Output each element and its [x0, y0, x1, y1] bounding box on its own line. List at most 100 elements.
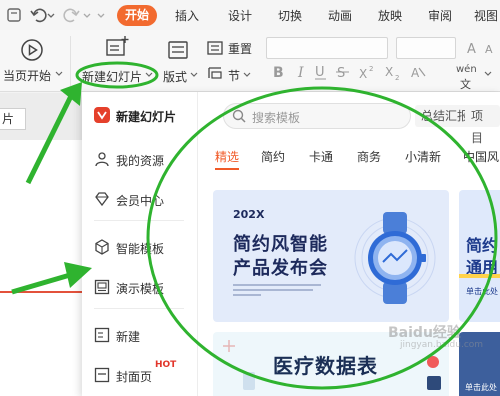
decrease-font-icon[interactable]: A: [484, 40, 500, 56]
svg-text:2: 2: [369, 65, 373, 73]
superscript-icon[interactable]: X2: [358, 64, 376, 80]
category-business[interactable]: 商务: [357, 148, 381, 165]
search-icon: [232, 109, 246, 126]
slide-thumbnail[interactable]: 片: [0, 108, 26, 130]
phonetic-chevron-icon[interactable]: [484, 70, 492, 78]
reset-icon[interactable]: [206, 40, 224, 56]
phonetic-guide-icon[interactable]: 文: [460, 76, 478, 90]
new-slide-panel: 新建幻灯片 我的资源 会员中心 智能模板 演示模板 新建 封面页 HOT 搜索模…: [82, 92, 500, 396]
sidebar-item-label: 封面页: [116, 370, 153, 384]
section-icon[interactable]: [206, 65, 224, 81]
undo-dropdown-icon[interactable]: [46, 5, 56, 25]
category-cartoon[interactable]: 卡通: [309, 148, 333, 165]
font-family-select[interactable]: [266, 37, 388, 59]
italic-icon[interactable]: I: [295, 64, 309, 80]
new-slide-button[interactable]: 新建幻灯片: [82, 68, 142, 85]
tab-design[interactable]: 设计: [228, 6, 252, 26]
category-chinese-style[interactable]: 中国风: [463, 148, 499, 165]
template-card-minimal-general[interactable]: 简约 通用 单击此处: [459, 190, 500, 322]
svg-text:U: U: [315, 65, 325, 80]
slide-red-rule: [0, 291, 82, 293]
phonetic-guide-button[interactable]: wén: [456, 64, 477, 75]
sidebar-item-label: 会员中心: [116, 194, 165, 208]
font-size-select[interactable]: [396, 37, 456, 59]
underline-icon[interactable]: U: [314, 64, 328, 80]
section-button[interactable]: 节: [228, 67, 240, 84]
save-icon[interactable]: [4, 5, 24, 25]
tab-home[interactable]: 开始: [117, 5, 158, 26]
hot-badge: HOT: [155, 360, 177, 370]
layout-icon[interactable]: [167, 40, 189, 60]
svg-text:文: 文: [460, 77, 471, 90]
layout-chevron-icon[interactable]: [190, 71, 198, 79]
diamond-icon: [94, 191, 110, 207]
svg-text:A: A: [485, 43, 493, 56]
category-minimal[interactable]: 简约: [261, 148, 285, 165]
sidebar-item-label: 我的资源: [116, 154, 165, 168]
tab-insert[interactable]: 插入: [175, 6, 199, 26]
chevron-down-icon[interactable]: [55, 70, 63, 78]
tab-view[interactable]: 视图: [474, 6, 498, 26]
card-title-line2: 产品发布会: [233, 258, 328, 279]
card-subtitle: 单击此处: [465, 383, 497, 392]
sidebar-item-label: 新建幻灯片: [116, 110, 177, 124]
tab-animation[interactable]: 动画: [328, 6, 352, 26]
strikethrough-icon[interactable]: S: [336, 64, 350, 80]
search-placeholder: 搜索模板: [252, 111, 301, 125]
new-page-icon: [94, 327, 110, 343]
new-slide-chevron-icon[interactable]: [145, 71, 153, 79]
category-active-indicator: [215, 168, 239, 170]
redo-icon[interactable]: [62, 5, 82, 25]
svg-text:X: X: [385, 65, 393, 79]
slide-canvas[interactable]: [0, 140, 82, 396]
wps-logo-icon: [94, 107, 110, 123]
new-slide-icon[interactable]: [104, 34, 130, 60]
undo-icon[interactable]: [28, 5, 48, 25]
svg-text:X: X: [359, 67, 367, 80]
clear-format-icon[interactable]: A: [410, 64, 426, 80]
template-search-input[interactable]: 搜索模板: [223, 103, 411, 129]
tab-review[interactable]: 审阅: [428, 6, 452, 26]
svg-text:B: B: [273, 65, 284, 80]
section-chevron-icon[interactable]: [243, 71, 251, 79]
template-card-product-launch[interactable]: 202X 简约风智能 产品发布会: [213, 190, 449, 322]
user-icon: [94, 151, 110, 167]
svg-text:A: A: [467, 42, 476, 56]
subscript-icon[interactable]: X2: [384, 64, 402, 80]
bold-icon[interactable]: B: [272, 64, 286, 80]
template-icon: [94, 279, 110, 295]
tab-slideshow[interactable]: 放映: [378, 6, 402, 26]
redo-dropdown-icon[interactable]: [82, 5, 92, 25]
play-from-current-button[interactable]: 当页开始: [3, 67, 51, 84]
card-title-line1: 简约: [466, 236, 499, 255]
card-title: 医疗数据表: [273, 354, 378, 378]
cover-page-icon: [94, 367, 110, 383]
reset-button[interactable]: 重置: [228, 40, 252, 57]
card-placeholder-lines: [233, 282, 323, 301]
ribbon-tab-bar: 开始 插入 设计 切换 动画 放映 审阅 视图: [0, 0, 500, 30]
thumbnail-label: 片: [2, 112, 15, 126]
svg-text:A: A: [411, 66, 420, 80]
layout-button[interactable]: 版式: [163, 68, 187, 85]
play-from-current-icon[interactable]: [20, 38, 44, 62]
baidu-watermark-url: jingyan.baidu.com: [400, 340, 484, 350]
category-featured[interactable]: 精选: [215, 148, 239, 165]
card-title-line1: 简约风智能: [233, 234, 328, 255]
card-accent-bar: [459, 274, 500, 278]
svg-text:I: I: [297, 65, 304, 80]
baidu-watermark: Baidu经验: [388, 325, 461, 341]
svg-text:2: 2: [395, 74, 399, 80]
ribbon-toolbar: 当页开始 新建幻灯片 版式 重置 节 A A B I U S X 2 X 2 A…: [0, 30, 500, 92]
search-chip-project[interactable]: 项目: [465, 105, 500, 145]
card-year: 202X: [233, 208, 265, 221]
svg-text:S: S: [337, 66, 345, 80]
category-fresh[interactable]: 小清新: [405, 148, 441, 165]
cube-icon: [94, 239, 110, 255]
more-icon[interactable]: [96, 5, 106, 25]
card-subtitle: 单击此处: [466, 287, 498, 296]
smartwatch-illustration: [353, 210, 437, 309]
increase-font-icon[interactable]: A: [466, 40, 482, 56]
sidebar-item-label: 演示模板: [116, 282, 165, 296]
new-slide-sidebar: 新建幻灯片 我的资源 会员中心 智能模板 演示模板 新建 封面页 HOT: [82, 92, 198, 396]
tab-transition[interactable]: 切换: [278, 6, 302, 26]
